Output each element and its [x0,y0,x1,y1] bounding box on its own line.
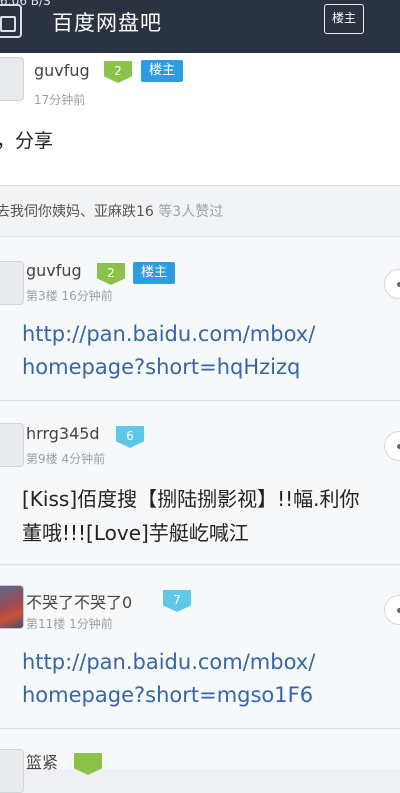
reply-link[interactable]: http://pan.baidu.com/mbox/ homepage?shor… [22,646,315,712]
reply-item: guvfug 2 楼主 第3楼 16分钟前 http://pan.baidu.c… [0,237,400,401]
likes-names[interactable]: 去我伺你姨妈、亚麻跌16 [0,204,154,220]
level-badge: 7 [163,590,191,612]
floor-label: 第3楼 [26,289,58,303]
floor-label: 第9楼 [26,452,58,466]
level-badge: 6 [116,426,144,448]
reply-item: 不哭了不哭了0 7 第11楼 1分钟前 http://pan.baidu.com… [0,565,400,729]
only-op-button[interactable]: 楼主 [324,4,364,34]
avatar[interactable] [0,261,24,305]
page-title: 百度网盘吧 [52,11,162,35]
op-badge: 楼主 [133,262,176,284]
reply-time: 16分钟前 [61,289,113,303]
main-post: guvfug 2 楼主 17分钟前 ，分享 [0,53,400,186]
top-bar: 6:06 B/S 百度网盘吧 楼主 [0,0,400,53]
level-badge: 2 [97,263,125,285]
tieba-logo-icon[interactable] [0,4,22,38]
level-badge: 2 [104,61,132,83]
likes-text: 去我伺你姨妈、亚麻跌16 等3人赞过 [0,201,223,221]
reply-link-line[interactable]: http://pan.baidu.com/mbox/ [22,318,315,351]
floor-number: 第3楼 16分钟前 [26,287,113,304]
reply-content-line: 董哦!!![Love]芋艇屹喊江 [22,521,249,545]
floor-number: 第11楼 1分钟前 [26,615,113,632]
level-badge [74,753,102,775]
reply-link-line[interactable]: homepage?short=hqHzizq [22,351,315,384]
avatar[interactable] [0,57,24,101]
reply-time: 1分钟前 [69,617,113,631]
avatar[interactable] [0,585,24,629]
op-badge: 楼主 [141,60,184,82]
reply-link[interactable]: http://pan.baidu.com/mbox/ homepage?shor… [22,318,315,384]
post-time: 17分钟前 [34,93,86,107]
floor-label: 第11楼 [26,617,66,631]
floor-number: 第9楼 4分钟前 [26,450,105,467]
reply-link-line[interactable]: http://pan.baidu.com/mbox/ [22,646,315,679]
reply-time: 4分钟前 [61,452,106,466]
username[interactable]: 不哭了不哭了0 [26,589,132,613]
more-options-icon[interactable] [384,595,400,625]
reply-content: [Kiss]佰度搜【捌陆捌影视】!!幅.利你 董哦!!![Love]芋艇屹喊江 [22,482,360,550]
likes-row[interactable]: 去我伺你姨妈、亚麻跌16 等3人赞过 [0,186,400,237]
username[interactable]: guvfug [34,61,90,80]
reply-item: hrrg345d 6 第9楼 4分钟前 [Kiss]佰度搜【捌陆捌影视】!!幅.… [0,401,400,565]
post-content: ，分享 [0,130,54,152]
more-options-icon[interactable] [384,431,400,461]
reply-link-line[interactable]: homepage?short=mgso1F6 [22,679,315,712]
username[interactable]: 篮紧 [26,749,58,773]
username[interactable]: guvfug [26,261,82,280]
likes-count: 等3人赞过 [158,204,224,220]
reply-content-line: [Kiss]佰度搜【捌陆捌影视】!!幅.利你 [22,487,360,511]
reply-item: 篮紧 [0,729,400,793]
avatar[interactable] [0,423,24,467]
avatar[interactable] [0,749,24,793]
more-options-icon[interactable] [384,269,400,299]
username[interactable]: hrrg345d [26,424,100,443]
